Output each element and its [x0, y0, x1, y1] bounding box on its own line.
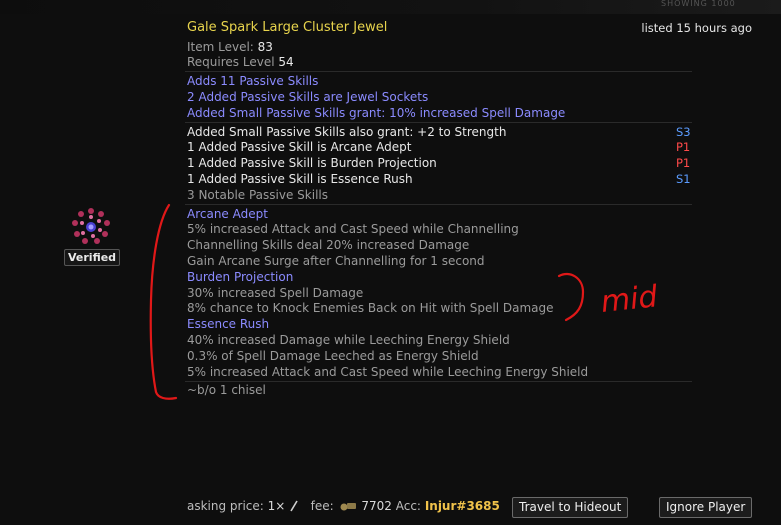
verified-badge: Verified — [64, 249, 121, 266]
notable-stat: Channelling Skills deal 20% increased Da… — [187, 238, 470, 252]
price-row: asking price: 1× fee: 7702 Acc: Injur#36… — [187, 498, 500, 514]
mod-tier: S3 — [676, 125, 691, 139]
explicit-mod: 1 Added Passive Skill is Essence Rush — [187, 172, 413, 186]
notable-stat: 40% increased Damage while Leeching Ener… — [187, 333, 510, 347]
mod-tier: S1 — [676, 172, 691, 186]
notable-stat: 8% chance to Knock Enemies Back on Hit w… — [187, 301, 554, 315]
mod-tier: P1 — [676, 156, 691, 170]
enchant-line: Adds 11 Passive Skills — [187, 74, 319, 88]
item-name[interactable]: Gale Spark Large Cluster Jewel — [187, 20, 387, 35]
notable-stat: Gain Arcane Surge after Channelling for … — [187, 254, 485, 268]
fee-label: fee: — [310, 499, 334, 513]
asking-label: asking price: — [187, 499, 264, 513]
notable-stat: 5% increased Attack and Cast Speed while… — [187, 365, 589, 379]
separator — [185, 204, 692, 205]
seller-note: ~b/o 1 chisel — [187, 383, 266, 397]
separator — [185, 122, 692, 123]
explicit-mod: 1 Added Passive Skill is Burden Projecti… — [187, 156, 437, 170]
requires-level-value: 54 — [278, 55, 294, 69]
account-name[interactable]: Injur#3685 — [425, 499, 500, 513]
separator — [185, 71, 692, 72]
item-level: Item Level: 83 — [187, 40, 273, 55]
listed-time: listed 15 hours ago — [641, 21, 752, 35]
requires-level: Requires Level 54 — [187, 55, 294, 70]
notable-name: Burden Projection — [187, 270, 294, 284]
acc-label: Acc: — [395, 499, 421, 513]
item-level-label: Item Level: — [187, 40, 258, 54]
chisel-icon — [289, 500, 299, 512]
notable-stat: 0.3% of Spell Damage Leeched as Energy S… — [187, 349, 479, 363]
enchant-line: Added Small Passive Skills grant: 10% in… — [187, 106, 566, 120]
fee-value: 7702 — [361, 499, 392, 513]
currency-icon — [338, 500, 358, 512]
notable-count: 3 Notable Passive Skills — [187, 188, 328, 202]
ignore-player-button[interactable]: Ignore Player — [659, 497, 753, 518]
travel-to-hideout-button[interactable]: Travel to Hideout — [512, 497, 629, 518]
separator — [185, 381, 692, 382]
requires-level-label: Requires Level — [187, 55, 279, 69]
notable-stat: 30% increased Spell Damage — [187, 286, 364, 300]
mod-tier: P1 — [676, 140, 691, 154]
header-strip-text: SHOWING 1000 — [661, 0, 736, 8]
notable-name: Essence Rush — [187, 317, 270, 331]
explicit-mod: 1 Added Passive Skill is Arcane Adept — [187, 140, 412, 154]
notable-stat: 5% increased Attack and Cast Speed while… — [187, 222, 519, 236]
top-strip: SHOWING 1000 — [0, 0, 781, 14]
enchant-line: 2 Added Passive Skills are Jewel Sockets — [187, 90, 429, 104]
item-level-value: 83 — [257, 40, 273, 54]
explicit-mod: Added Small Passive Skills also grant: +… — [187, 125, 507, 139]
jewel-avatar-icon — [72, 208, 110, 244]
asking-value: 1× — [267, 499, 286, 513]
notable-name: Arcane Adept — [187, 207, 268, 221]
